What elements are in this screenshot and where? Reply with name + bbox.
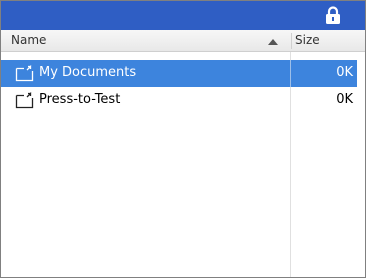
- title-bar: [1, 1, 365, 30]
- file-browser-window: Name Size My Documents 0K Press-to-Test …: [0, 0, 366, 278]
- size-column-header[interactable]: Size: [295, 33, 320, 47]
- column-divider: [291, 33, 292, 49]
- file-row-press-to-test[interactable]: Press-to-Test 0K: [1, 87, 357, 114]
- name-column-header[interactable]: Name: [11, 33, 46, 47]
- column-header: Name Size: [1, 30, 365, 52]
- file-size: 0K: [336, 92, 353, 107]
- folder-icon: [15, 64, 34, 82]
- file-row-my-documents[interactable]: My Documents 0K: [1, 60, 357, 87]
- file-name: My Documents: [39, 65, 137, 80]
- file-size: 0K: [336, 65, 353, 80]
- folder-icon: [15, 91, 34, 109]
- file-name: Press-to-Test: [39, 92, 121, 107]
- lock-icon[interactable]: [324, 6, 342, 25]
- sort-ascending-icon[interactable]: [268, 39, 278, 45]
